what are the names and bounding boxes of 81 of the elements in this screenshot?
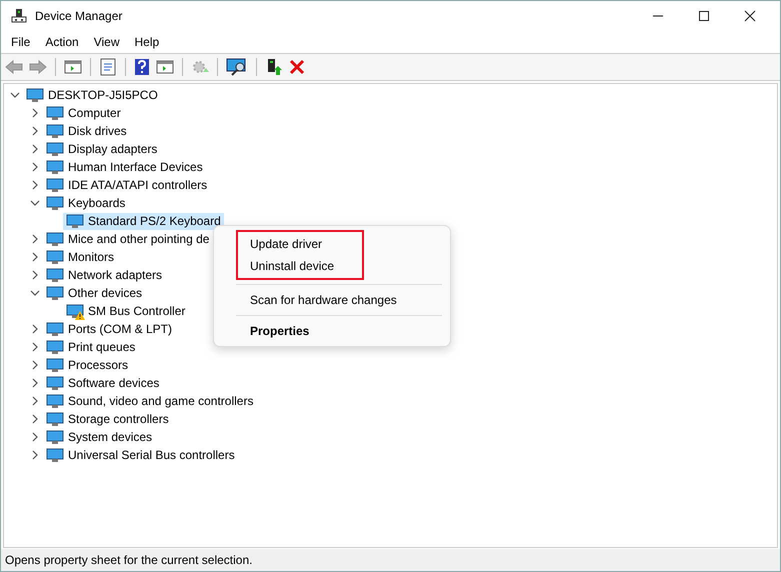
tree-item[interactable]: Mice and other pointing de (43, 230, 212, 248)
tree-item[interactable]: Display adapters (43, 140, 160, 158)
device-icon (26, 87, 44, 103)
collapse-chevron-icon[interactable] (30, 288, 40, 298)
tree-item[interactable]: Human Interface Devices (43, 158, 206, 176)
device-icon (46, 411, 64, 427)
close-icon[interactable] (744, 10, 756, 22)
menu-item[interactable]: View (86, 35, 128, 49)
menu-item[interactable]: Scan for hardware changes (214, 289, 450, 311)
help-icon[interactable] (134, 58, 150, 76)
expand-chevron-icon[interactable] (30, 378, 40, 388)
tree-item[interactable]: Disk drives (43, 122, 130, 140)
device-icon (66, 213, 84, 229)
device-icon (46, 339, 64, 355)
maximize-icon[interactable] (698, 10, 710, 22)
expand-chevron-icon[interactable] (30, 270, 40, 280)
expand-chevron-icon[interactable] (30, 108, 40, 118)
tree-item[interactable]: Print queues (43, 338, 138, 356)
expand-chevron-icon[interactable] (30, 324, 40, 334)
tree-item[interactable]: Monitors (43, 248, 118, 266)
menu-item[interactable]: Uninstall device (238, 255, 362, 277)
collapse-chevron-icon[interactable] (30, 198, 40, 208)
expand-chevron-icon[interactable] (30, 144, 40, 154)
expand-chevron-icon[interactable] (30, 432, 40, 442)
device-icon (46, 159, 64, 175)
expand-chevron-icon[interactable] (30, 234, 40, 244)
tree-item[interactable]: IDE ATA/ATAPI controllers (43, 176, 210, 194)
tree-item[interactable]: DESKTOP-J5I5PCO (23, 86, 161, 104)
delete-icon[interactable] (289, 59, 305, 75)
tree-item[interactable]: Other devices (43, 284, 146, 302)
device-icon (46, 123, 64, 139)
expand-chevron-icon[interactable] (30, 360, 40, 370)
tree-item[interactable]: Ports (COM & LPT) (43, 320, 176, 338)
expand-chevron-icon[interactable] (30, 126, 40, 136)
pane-icon[interactable] (64, 59, 82, 75)
device-icon (46, 447, 64, 463)
menu-item[interactable]: Help (128, 35, 168, 49)
device-icon (46, 105, 64, 121)
device-icon (46, 177, 64, 193)
device-icon (46, 393, 64, 409)
device-icon (46, 231, 64, 247)
device-icon (46, 321, 64, 337)
properties-icon[interactable] (99, 58, 117, 76)
expand-chevron-icon[interactable] (30, 396, 40, 406)
device-icon (46, 375, 64, 391)
tree-item[interactable]: Keyboards (43, 194, 128, 212)
menu-item[interactable]: Properties (214, 320, 450, 342)
device-icon (66, 303, 84, 319)
tree-item[interactable]: Software devices (43, 374, 162, 392)
tree-item[interactable]: Storage controllers (43, 410, 172, 428)
device-enable-icon[interactable] (265, 58, 283, 76)
expand-chevron-icon[interactable] (30, 342, 40, 352)
pane-icon[interactable] (156, 59, 174, 75)
menu-item[interactable]: Update driver (238, 233, 362, 255)
device-icon (46, 429, 64, 445)
computer-icon (11, 8, 27, 24)
tree-item[interactable]: Computer (43, 104, 124, 122)
tree-item[interactable]: Universal Serial Bus controllers (43, 446, 238, 464)
expand-chevron-icon[interactable] (30, 162, 40, 172)
tree-item[interactable]: Sound, video and game controllers (43, 392, 256, 410)
device-icon (46, 141, 64, 157)
expand-chevron-icon[interactable] (30, 450, 40, 460)
menu-item[interactable]: Action (38, 35, 87, 49)
device-icon (46, 267, 64, 283)
status-text: Opens property sheet for the current selection. (5, 553, 252, 567)
collapse-chevron-icon[interactable] (10, 90, 20, 100)
expand-chevron-icon[interactable] (30, 180, 40, 190)
expand-chevron-icon[interactable] (30, 252, 40, 262)
expand-chevron-icon[interactable] (30, 414, 40, 424)
tree-item[interactable]: System devices (43, 428, 156, 446)
tree-item[interactable]: Standard PS/2 Keyboard (63, 212, 224, 230)
monitor-search-icon[interactable] (226, 58, 248, 76)
window-title: Device Manager (35, 9, 122, 23)
device-icon (46, 249, 64, 265)
device-icon (46, 285, 64, 301)
tree-item[interactable]: Network adapters (43, 266, 166, 284)
tree-item[interactable]: Processors (43, 356, 132, 374)
device-icon (46, 195, 64, 211)
tree-item[interactable]: SM Bus Controller (63, 302, 188, 320)
device-icon (46, 357, 64, 373)
menu-item[interactable]: File (4, 35, 38, 49)
